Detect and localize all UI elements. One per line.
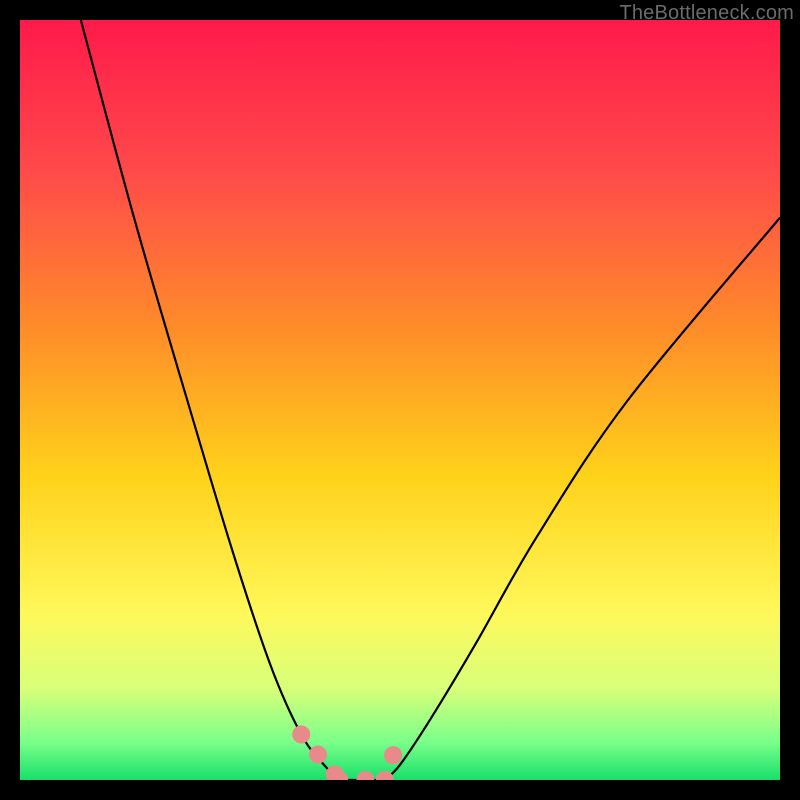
curve-left xyxy=(81,20,339,780)
curve-right xyxy=(385,218,780,780)
chart-frame xyxy=(20,20,780,780)
chart-plot xyxy=(20,20,780,780)
